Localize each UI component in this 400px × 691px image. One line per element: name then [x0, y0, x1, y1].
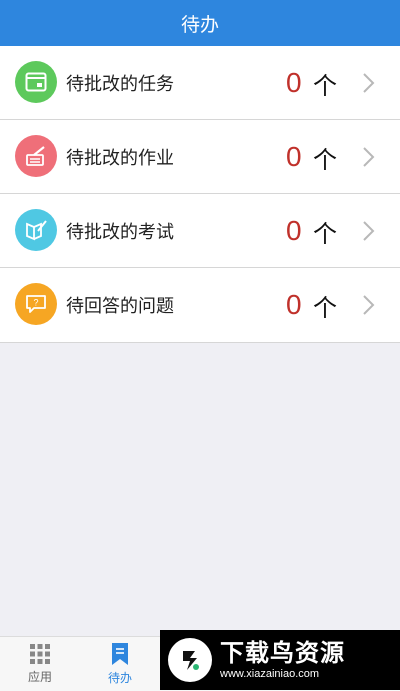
row-count: 0 — [286, 141, 302, 172]
row-count: 0 — [286, 67, 302, 98]
chevron-right-icon — [363, 147, 375, 167]
watermark: 下载鸟资源 www.xiazainiao.com — [160, 630, 400, 690]
row-unit: 个 — [313, 145, 337, 174]
watermark-title: 下载鸟资源 — [220, 639, 345, 667]
row-label: 待批改的作业 — [66, 148, 174, 169]
bookmark-icon — [112, 643, 128, 665]
row-unit: 个 — [313, 71, 337, 100]
row-label: 待回答的问题 — [66, 296, 174, 317]
chevron-right-icon — [363, 295, 375, 315]
tab-apps[interactable]: 应用 — [0, 637, 80, 691]
svg-text:?: ? — [33, 298, 38, 308]
grid-icon — [30, 644, 50, 664]
chevron-right-icon — [363, 221, 375, 241]
exam-icon — [15, 209, 57, 251]
question-icon: ? — [15, 283, 57, 325]
row-unit: 个 — [313, 219, 337, 248]
todo-list: 待批改的任务 0 个 待批改的作业 0 个 待批改的考试 0 个 ? 待回答的问… — [0, 46, 400, 343]
page-title: 待办 — [180, 13, 219, 36]
row-label: 待批改的任务 — [66, 74, 174, 95]
task-icon — [15, 61, 57, 103]
tab-todo-label: 待办 — [107, 671, 132, 685]
homework-icon — [15, 135, 57, 177]
row-count: 0 — [286, 289, 302, 320]
row-count: 0 — [286, 215, 302, 246]
row-unit: 个 — [313, 293, 337, 322]
bird-logo-icon — [168, 638, 212, 682]
todo-row-exams[interactable]: 待批改的考试 0 个 — [0, 194, 400, 268]
chevron-right-icon — [363, 73, 375, 93]
tab-apps-label: 应用 — [27, 670, 52, 684]
todo-row-tasks[interactable]: 待批改的任务 0 个 — [0, 46, 400, 120]
tab-todo[interactable]: 待办 — [80, 637, 160, 691]
row-label: 待批改的考试 — [66, 222, 174, 243]
watermark-url: www.xiazainiao.com — [220, 668, 320, 680]
todo-row-questions[interactable]: ? 待回答的问题 0 个 — [0, 268, 400, 342]
todo-row-homework[interactable]: 待批改的作业 0 个 — [0, 120, 400, 194]
top-bar: 待办 — [0, 0, 400, 46]
